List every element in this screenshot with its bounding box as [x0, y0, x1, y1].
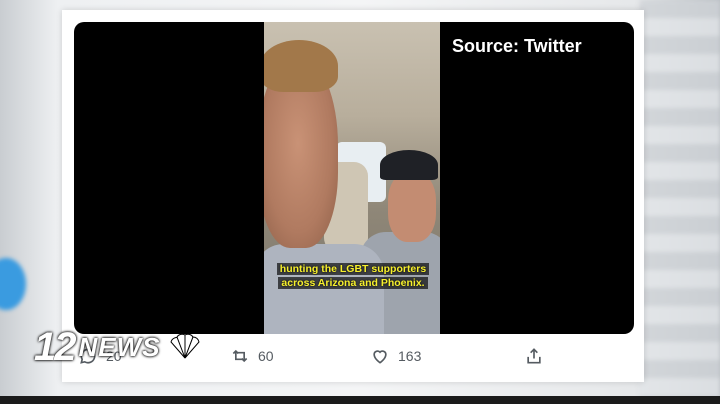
retweet-button[interactable]: 60 — [230, 346, 274, 366]
source-label: Source: Twitter — [452, 36, 582, 56]
subtitle-line-2: across Arizona and Phoenix. — [278, 277, 428, 289]
share-button[interactable] — [524, 346, 544, 366]
tweet-video[interactable]: hunting the LGBT supporters across Arizo… — [74, 22, 634, 334]
passenger-cap — [380, 150, 438, 180]
retweet-count: 60 — [258, 348, 274, 364]
subtitle-line-1: hunting the LGBT supporters — [276, 263, 430, 275]
like-count: 163 — [398, 348, 422, 364]
logo-word: NEWS — [78, 331, 161, 362]
logo-number: 12 — [34, 324, 76, 369]
share-icon — [527, 348, 541, 364]
bottom-bar — [0, 396, 720, 404]
heart-icon — [373, 350, 387, 364]
background-blur-panel — [640, 0, 720, 404]
peacock-icon — [169, 334, 200, 359]
station-logo: 12 NEWS — [34, 322, 205, 372]
video-frame: hunting the LGBT supporters across Arizo… — [264, 22, 440, 334]
like-button[interactable]: 163 — [370, 346, 421, 366]
driver-hair — [264, 40, 338, 92]
video-subtitle: hunting the LGBT supporters across Arizo… — [276, 262, 430, 290]
retweet-icon — [232, 349, 248, 363]
passenger-face — [388, 172, 436, 242]
